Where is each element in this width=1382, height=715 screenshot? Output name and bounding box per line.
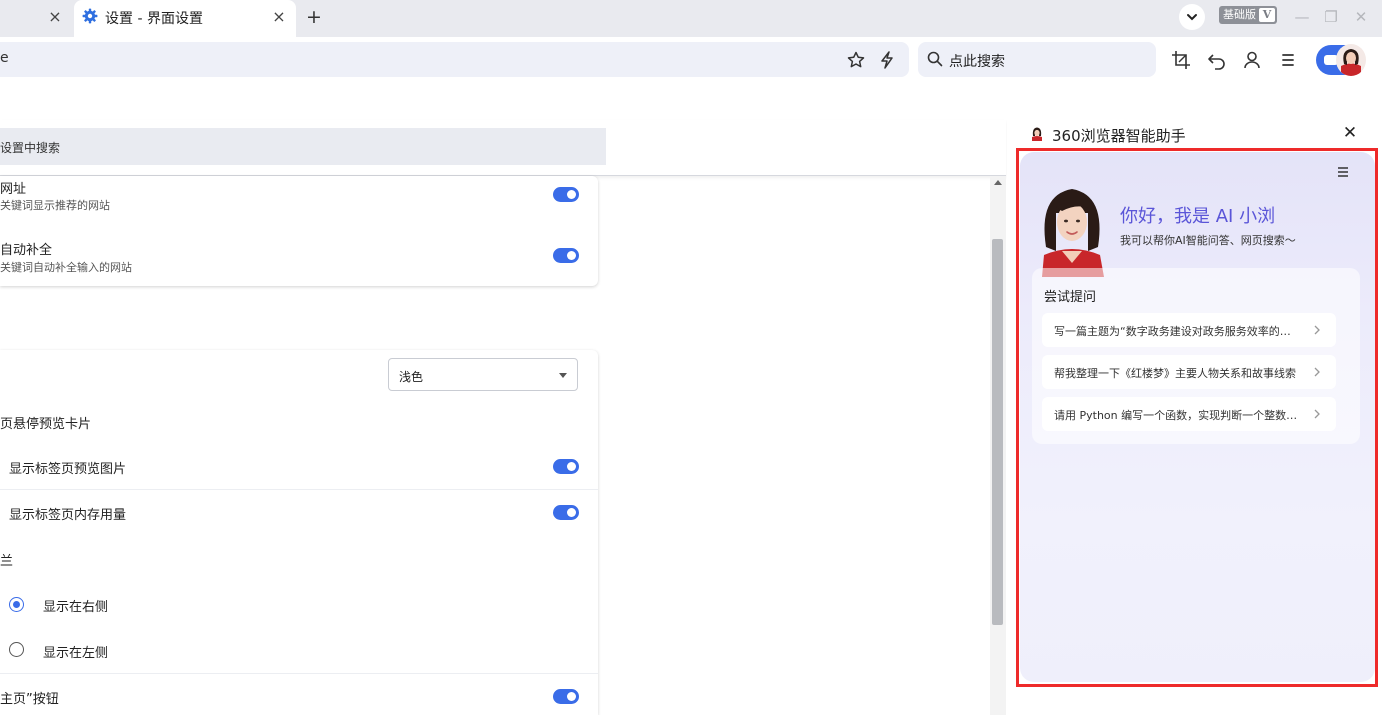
tab-close-icon[interactable]: × [269, 7, 289, 27]
scroll-up-arrow-icon[interactable] [994, 180, 1002, 185]
appearance-card: 浅色 页悬停预览卡片 显示标签页预览图片 显示标签页内存用量 兰 显示在右侧 显… [0, 350, 598, 715]
divider [0, 489, 598, 490]
assistant-logo-icon [1032, 127, 1042, 141]
undo-icon[interactable] [1207, 50, 1227, 70]
autocomplete-toggle[interactable] [553, 248, 579, 263]
minimize-button[interactable]: — [1291, 6, 1313, 28]
autocomplete-title: 自动补全 [0, 243, 53, 258]
highlight-frame [1016, 148, 1378, 687]
sidebar-right-label: 显示在右侧 [43, 600, 109, 615]
preview-image-label: 显示标签页预览图片 [9, 462, 127, 477]
settings-search-placeholder: 设置中搜索 [0, 141, 61, 155]
sidebar-group-title: 兰 [0, 554, 14, 569]
scrollbar-thumb[interactable] [992, 239, 1003, 625]
sidebar-left-radio[interactable] [9, 642, 24, 657]
sidebar-header: 360浏览器智能助手 ✕ [1007, 121, 1382, 149]
avatar [1336, 44, 1366, 76]
window-close-button[interactable]: ✕ [1350, 6, 1372, 28]
crop-icon[interactable] [1171, 50, 1191, 70]
gear-icon [82, 8, 98, 24]
home-button-toggle[interactable] [553, 689, 579, 704]
tab-list-button[interactable] [1179, 4, 1205, 30]
edition-badge[interactable]: 基础版 V [1219, 6, 1277, 24]
search-input[interactable]: 点此搜索 [918, 42, 1156, 77]
search-icon [927, 51, 943, 67]
tab-title: 设置 - 界面设置 [105, 11, 203, 27]
address-bar[interactable]: e [0, 42, 909, 77]
theme-select[interactable]: 浅色 [388, 358, 578, 391]
ai-assistant-button[interactable] [1316, 44, 1366, 76]
caret-down-icon [559, 373, 567, 378]
sidebar-title: 360浏览器智能助手 [1052, 127, 1186, 145]
sidebar-right-radio[interactable] [9, 597, 24, 612]
sidebar-left-label: 显示在左侧 [43, 646, 109, 661]
settings-search-input[interactable]: 设置中搜索 [0, 128, 606, 165]
chevron-down-icon [1187, 14, 1197, 21]
settings-page: 设置中搜索 网址 关键词显示推荐的网站 自动补全 关键词自动补全输入的网站 浅色… [0, 83, 1006, 715]
tab-previous[interactable]: × [0, 0, 74, 37]
address-suggest-card: 网址 关键词显示推荐的网站 自动补全 关键词自动补全输入的网站 [0, 176, 598, 286]
search-placeholder: 点此搜索 [949, 54, 1005, 70]
suggest-url-toggle[interactable] [553, 187, 579, 202]
sidebar-close-button[interactable]: ✕ [1340, 123, 1360, 143]
memory-usage-label: 显示标签页内存用量 [9, 508, 127, 523]
restore-button[interactable]: ❐ [1320, 6, 1342, 28]
suggest-url-desc: 关键词显示推荐的网站 [0, 199, 110, 212]
suggest-url-title: 网址 [0, 182, 27, 197]
lightning-icon[interactable] [877, 50, 897, 70]
divider [0, 673, 598, 674]
address-text: e [0, 50, 9, 66]
theme-select-value: 浅色 [399, 370, 424, 384]
preview-image-toggle[interactable] [553, 459, 579, 474]
tab-settings[interactable]: 设置 - 界面设置 × [74, 0, 296, 37]
new-tab-button[interactable]: + [303, 5, 325, 29]
tab-close-icon[interactable]: × [45, 7, 65, 27]
settings-header: 设置中搜索 [0, 120, 1006, 176]
tab-strip: × 设置 - 界面设置 × + 基础版 V — ❐ ✕ [0, 0, 1382, 37]
scrollbar[interactable] [990, 176, 1006, 715]
user-icon[interactable] [1242, 50, 1262, 70]
home-button-title: 主页”按钮 [0, 692, 59, 707]
hover-preview-title: 页悬停预览卡片 [0, 417, 92, 432]
vip-icon: V [1259, 8, 1275, 22]
memory-usage-toggle[interactable] [553, 505, 579, 520]
toolbar: e 点此搜索 [0, 37, 1382, 83]
menu-icon[interactable] [1278, 50, 1298, 70]
autocomplete-desc: 关键词自动补全输入的网站 [0, 261, 132, 274]
star-icon[interactable] [846, 50, 866, 70]
edition-label: 基础版 [1223, 8, 1256, 21]
